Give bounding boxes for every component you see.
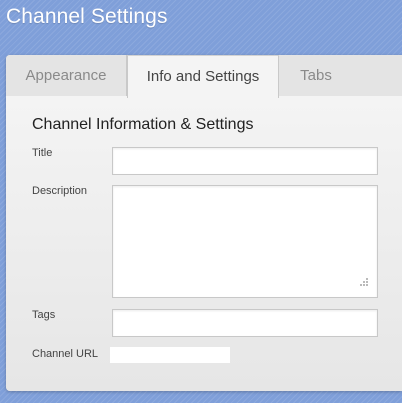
page-title: Channel Settings bbox=[6, 5, 168, 28]
channel-url-input[interactable] bbox=[110, 347, 230, 363]
tab-bar: Appearance Info and Settings Tabs bbox=[6, 55, 402, 98]
resize-grip-icon[interactable] bbox=[358, 278, 368, 288]
tab-appearance[interactable]: Appearance bbox=[6, 55, 127, 96]
channel-url-label: Channel URL bbox=[32, 348, 99, 360]
tab-tabs[interactable]: Tabs bbox=[279, 55, 353, 96]
settings-panel: Appearance Info and Settings Tabs Channe… bbox=[6, 55, 402, 391]
tab-content: Channel Information & Settings Title Des… bbox=[6, 96, 402, 391]
tags-label: Tags bbox=[32, 309, 56, 321]
title-input[interactable] bbox=[112, 147, 378, 175]
tags-input[interactable] bbox=[112, 309, 378, 337]
description-label: Description bbox=[32, 185, 88, 197]
description-textarea[interactable] bbox=[112, 185, 378, 298]
tab-info-and-settings[interactable]: Info and Settings bbox=[127, 55, 279, 98]
section-heading: Channel Information & Settings bbox=[32, 116, 254, 133]
title-label: Title bbox=[32, 147, 53, 159]
